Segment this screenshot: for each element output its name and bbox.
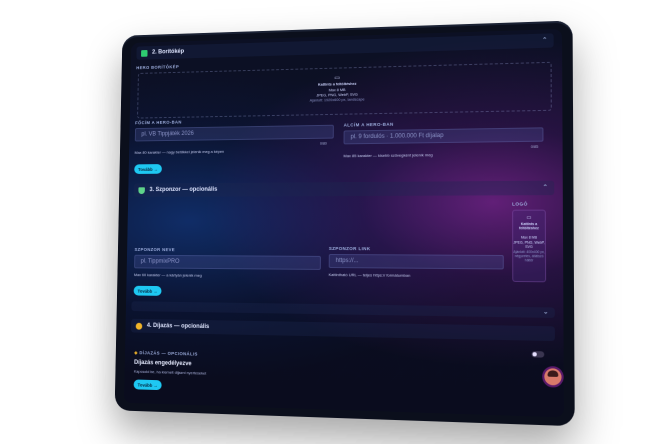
- section-title: 4. Díjazás — opcionális: [147, 323, 209, 330]
- sponsor-name-input[interactable]: pl. TippmixPRO: [134, 255, 321, 270]
- shield-icon: [138, 187, 145, 194]
- chevron-down-icon[interactable]: ⌄: [543, 308, 548, 315]
- hero-title-input[interactable]: pl. VB Tippjáték 2026: [135, 125, 334, 142]
- chevron-up-icon[interactable]: ⌃: [542, 37, 547, 44]
- tablet-frame: 2. Borítókép ⌃ HERO BORÍTÓKÉP ▭ Kattints…: [115, 20, 575, 426]
- next-button[interactable]: Tovább →: [134, 164, 162, 174]
- collapsed-section-bar[interactable]: ⌄: [131, 301, 554, 318]
- medal-icon: ◈: [134, 350, 138, 355]
- section-header-sponsor[interactable]: 3. Szponzor — opcionális ⌃: [134, 181, 555, 197]
- title-counter: 0/80: [320, 142, 327, 146]
- sponsor-link-input[interactable]: https://...: [329, 254, 504, 269]
- hero-subtitle-input[interactable]: pl. 9 fordulós · 1.000.000 Ft díjalap: [344, 127, 544, 144]
- upload-icon: ▭: [513, 215, 545, 221]
- logo-line1: Kattints a feltöltéshez: [513, 222, 545, 230]
- subtitle-hint: Max 85 karakter — kisebb szövegként jele…: [343, 152, 432, 158]
- toggle-knob: [533, 352, 537, 356]
- prize-label: ◈ DÍJAZÁS — OPCIONÁLIS: [134, 350, 198, 357]
- prize-description: Kapcsold be, ha kiemelt díjazni nyertese…: [134, 369, 206, 376]
- sponsor-name-hint: Max 60 karakter — a kártyán jelenik meg: [134, 272, 202, 278]
- logo-line2: Max 8 MB: [513, 235, 545, 239]
- subtitle-field-label: ALCÍM A HERO-BAN: [344, 122, 394, 128]
- image-icon: [141, 50, 148, 57]
- sponsor-name-label: SZPONZOR NEVE: [134, 247, 175, 252]
- sponsor-link-hint: Kattintható URL — teljes https:// formát…: [329, 272, 411, 278]
- subtitle-counter: 0/85: [531, 145, 538, 149]
- hero-label: HERO BORÍTÓKÉP: [136, 64, 179, 70]
- next-button[interactable]: Tovább →: [134, 379, 162, 390]
- title-field-label: FŐCÍM A HERO-BAN: [135, 120, 182, 126]
- logo-line3: JPEG, PNG, WebP, SVG: [513, 241, 545, 249]
- title-hint: Max 80 karakter — nagy betűkkel jelenik …: [135, 149, 225, 155]
- logo-upload-dropzone[interactable]: ▭ Kattints a feltöltéshez Max 8 MB JPEG,…: [512, 210, 546, 283]
- app-screen: 2. Borítókép ⌃ HERO BORÍTÓKÉP ▭ Kattints…: [124, 29, 564, 417]
- prize-toggle[interactable]: [531, 351, 544, 358]
- section-title: 3. Szponzor — opcionális: [149, 187, 217, 193]
- section-title: 2. Borítókép: [152, 49, 184, 56]
- hero-upload-dropzone[interactable]: ▭ Kattints a feltöltéshez Max 8 MB JPEG,…: [137, 62, 552, 119]
- section-header-prize[interactable]: 4. Díjazás — opcionális: [131, 319, 555, 341]
- medal-icon: [136, 322, 143, 329]
- chevron-up-icon[interactable]: ⌃: [543, 184, 548, 191]
- logo-label: LOGÓ: [512, 201, 528, 206]
- prize-title: Díjazás engedélyezve: [134, 360, 192, 367]
- section-header-cover[interactable]: 2. Borítókép ⌃: [136, 33, 553, 59]
- next-button[interactable]: Tovább →: [134, 286, 162, 296]
- logo-line4: Ajánlott: 400x400 px, négyzetes, átlátsz…: [513, 250, 545, 263]
- sponsor-link-label: SZPONZOR LINK: [329, 246, 371, 251]
- avatar[interactable]: [542, 366, 564, 388]
